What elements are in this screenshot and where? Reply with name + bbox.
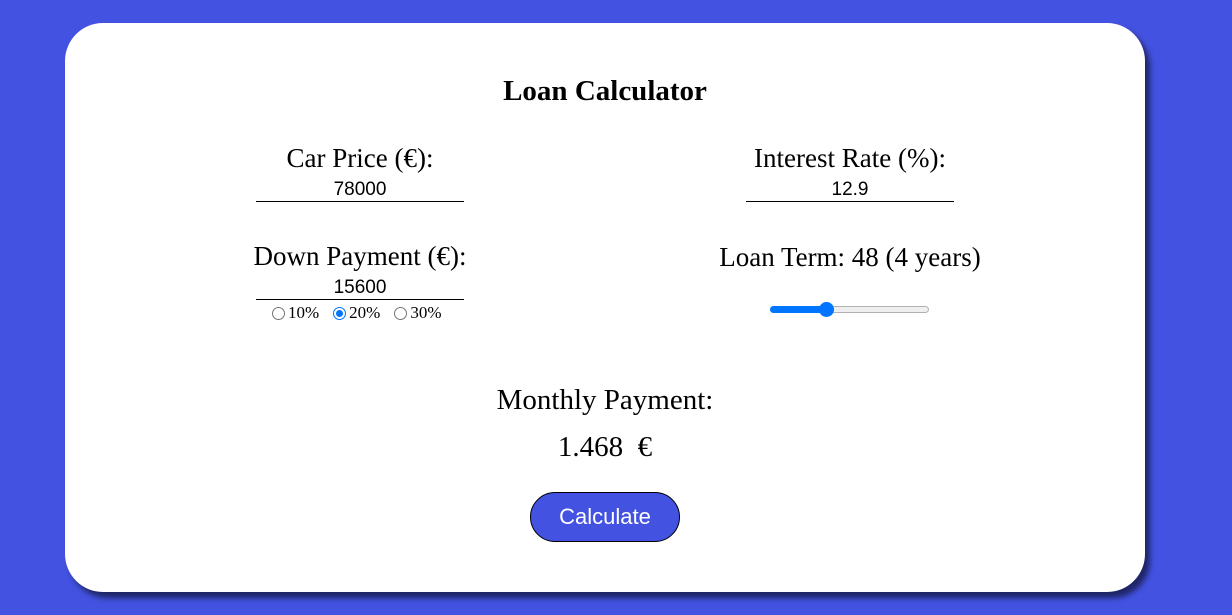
radio-30-label: 30% bbox=[410, 303, 442, 322]
radio-20-icon[interactable] bbox=[333, 306, 347, 320]
slider-fill bbox=[770, 306, 826, 313]
calculate-button[interactable]: Calculate bbox=[530, 492, 680, 542]
page-title: Loan Calculator bbox=[503, 75, 707, 107]
down-payment-input[interactable] bbox=[256, 276, 464, 300]
down-payment-percent-options: 10% 20% 30% bbox=[272, 303, 456, 323]
loan-calculator-card: Loan Calculator Car Price (€): Interest … bbox=[65, 23, 1145, 592]
slider-thumb[interactable] bbox=[818, 302, 834, 317]
radio-10-icon[interactable] bbox=[272, 306, 285, 320]
loan-term-label: Loan Term: 48 (4 years) bbox=[719, 242, 981, 272]
interest-rate-label: Interest Rate (%): bbox=[754, 143, 946, 173]
monthly-payment-label: Monthly Payment: bbox=[496, 384, 714, 416]
down-payment-option-10[interactable]: 10% bbox=[272, 303, 319, 323]
interest-rate-input[interactable] bbox=[746, 178, 954, 202]
down-payment-option-20[interactable]: 20% bbox=[333, 303, 380, 323]
car-price-input[interactable] bbox=[256, 178, 464, 202]
down-payment-label: Down Payment (€): bbox=[253, 241, 467, 271]
radio-20-label: 20% bbox=[349, 303, 381, 322]
radio-30-icon[interactable] bbox=[394, 306, 408, 320]
radio-10-label: 10% bbox=[288, 303, 320, 322]
monthly-payment-value: 1.468 € bbox=[557, 431, 653, 463]
car-price-label: Car Price (€): bbox=[286, 143, 434, 173]
loan-term-slider[interactable] bbox=[770, 302, 929, 317]
down-payment-option-30[interactable]: 30% bbox=[394, 303, 442, 323]
